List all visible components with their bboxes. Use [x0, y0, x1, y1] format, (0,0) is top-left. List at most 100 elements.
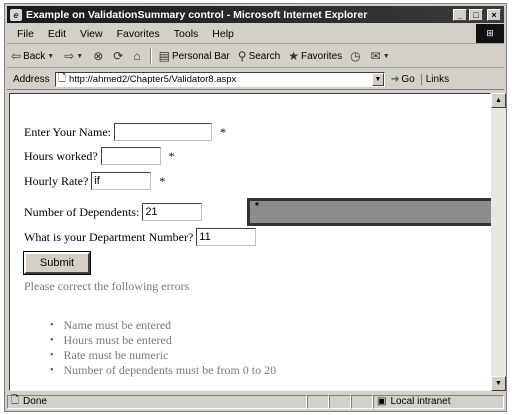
bullet-icon: •	[50, 350, 54, 361]
history-icon: ◷	[350, 49, 361, 63]
menu-favorites[interactable]: Favorites	[110, 28, 167, 40]
status-pane	[351, 394, 373, 409]
mail-button[interactable]: ✉ ▼	[367, 49, 396, 63]
scroll-up-icon[interactable]: ▲	[491, 93, 506, 108]
error-text: Number of dependents must be from 0 to 2…	[63, 363, 277, 377]
status-text-pane: 🗋 Done	[7, 394, 307, 409]
personal-bar-label: Personal Bar	[171, 50, 230, 62]
address-url: http://ahmed2/Chapter5/Validator8.aspx	[69, 73, 237, 85]
standard-toolbar: ⇦ Back ▼ ⇨ ▼ ⊗ ⟳ ⌂ ▤ Personal Bar ⚲ Sear…	[7, 45, 504, 68]
rate-row: Hourly Rate? if *	[24, 172, 165, 190]
scroll-down-icon[interactable]: ▼	[491, 376, 506, 391]
history-button[interactable]: ◷	[346, 49, 366, 63]
browser-window: e Example on ValidationSummary control -…	[4, 3, 507, 412]
menu-tools[interactable]: Tools	[167, 28, 206, 40]
close-button[interactable]: ×	[487, 8, 501, 21]
list-item: • Number of dependents must be from 0 to …	[50, 363, 276, 378]
home-icon: ⌂	[133, 49, 141, 63]
personal-bar-button[interactable]: ▤ Personal Bar	[155, 49, 234, 63]
maximize-button[interactable]: □	[469, 8, 483, 21]
menu-file[interactable]: File	[7, 28, 41, 40]
search-label: Search	[248, 50, 281, 62]
back-arrow-icon: ⇦	[11, 49, 22, 63]
mail-icon: ✉	[370, 49, 381, 63]
search-button[interactable]: ⚲ Search	[234, 49, 284, 63]
dependents-label: Number of Dependents:	[24, 204, 140, 219]
toolbar-separator	[149, 48, 152, 64]
search-icon: ⚲	[237, 49, 247, 63]
zone-text: Local intranet	[390, 396, 451, 407]
stop-icon: ⊗	[93, 49, 104, 63]
rate-required-marker: *	[159, 173, 166, 188]
name-label: Enter Your Name:	[24, 124, 111, 139]
favorites-icon: ★	[288, 49, 300, 63]
mail-dropdown-icon: ▼	[382, 52, 390, 60]
error-summary-heading: Please correct the following errors	[24, 279, 190, 293]
bullet-icon: •	[50, 365, 54, 376]
address-input[interactable]: 🗋 http://ahmed2/Chapter5/Validator8.aspx…	[55, 71, 385, 87]
name-input[interactable]	[114, 123, 212, 141]
validation-summary-box: *	[247, 198, 497, 226]
menu-edit[interactable]: Edit	[41, 28, 73, 40]
back-dropdown-icon: ▼	[47, 52, 55, 60]
hours-required-marker: *	[168, 148, 175, 163]
list-item: • Rate must be numeric	[50, 348, 276, 363]
hours-row: Hours worked? *	[24, 147, 175, 165]
personal-bar-icon: ▤	[158, 49, 170, 63]
address-bar: Address 🗋 http://ahmed2/Chapter5/Validat…	[7, 69, 504, 90]
back-label: Back	[23, 50, 46, 62]
name-required-marker: *	[220, 124, 226, 139]
bullet-icon: •	[50, 320, 54, 331]
favorites-button[interactable]: ★ Favorites	[284, 49, 346, 63]
error-text: Name must be entered	[63, 318, 172, 332]
forward-button[interactable]: ⇨ ▼	[60, 49, 89, 63]
department-label: What is your Department Number?	[24, 229, 194, 244]
stop-button[interactable]: ⊗	[89, 49, 109, 63]
list-item: • Name must be entered	[50, 318, 276, 333]
minimize-button[interactable]: _	[453, 8, 467, 21]
error-list: • Name must be entered • Hours must be ent…	[50, 318, 276, 378]
error-text: Rate must be numeric	[63, 348, 169, 362]
hours-input[interactable]	[100, 147, 161, 165]
list-item: • Hours must be entered	[50, 333, 276, 348]
address-label: Address	[13, 73, 50, 85]
vertical-scrollbar[interactable]: ▲ ▼	[491, 93, 506, 391]
address-dropdown-icon[interactable]: ▼	[372, 72, 384, 86]
go-arrow-icon: ➔	[391, 73, 400, 85]
bullet-icon: •	[50, 335, 54, 346]
back-button[interactable]: ⇦ Back ▼	[7, 49, 60, 63]
menu-help[interactable]: Help	[205, 28, 241, 40]
dependents-input[interactable]: 21	[142, 203, 203, 221]
error-text: Hours must be entered	[63, 333, 172, 347]
menu-view[interactable]: View	[73, 28, 110, 40]
name-row: Enter Your Name: *	[24, 123, 226, 141]
department-row: What is your Department Number? 11	[24, 228, 257, 246]
refresh-icon: ⟳	[113, 49, 124, 63]
links-button[interactable]: Links	[420, 73, 449, 85]
forward-arrow-icon: ⇨	[64, 49, 75, 63]
hours-label: Hours worked?	[24, 148, 98, 163]
status-pane	[329, 394, 351, 409]
window-title: Example on ValidationSummary control - M…	[26, 8, 368, 21]
ie-logo-icon: e	[10, 8, 22, 21]
status-text: Done	[23, 396, 47, 407]
summary-marker: *	[255, 201, 259, 212]
zone-pane: ▣ Local intranet	[373, 394, 504, 409]
intranet-icon: ▣	[377, 396, 387, 407]
forward-dropdown-icon: ▼	[76, 52, 84, 60]
refresh-button[interactable]: ⟳	[109, 49, 129, 63]
status-pane	[307, 394, 329, 409]
home-button[interactable]: ⌂	[129, 49, 146, 63]
dependents-row: Number of Dependents: 21	[24, 203, 203, 221]
department-input[interactable]: 11	[196, 228, 257, 246]
rate-input[interactable]: if	[91, 172, 152, 190]
windows-logo-icon: ⊞	[476, 24, 504, 43]
submit-button[interactable]: Submit	[23, 251, 91, 275]
page-done-icon: 🗋	[11, 395, 20, 406]
title-bar: e Example on ValidationSummary control -…	[7, 6, 504, 23]
go-button[interactable]: ➔ Go	[385, 74, 421, 85]
page-icon: 🗋	[58, 72, 67, 84]
page-content: Enter Your Name: * Hours worked? * Hourl…	[9, 93, 497, 391]
rate-label: Hourly Rate?	[24, 173, 89, 188]
menu-bar: File Edit View Favorites Tools Help ⊞	[7, 24, 504, 44]
